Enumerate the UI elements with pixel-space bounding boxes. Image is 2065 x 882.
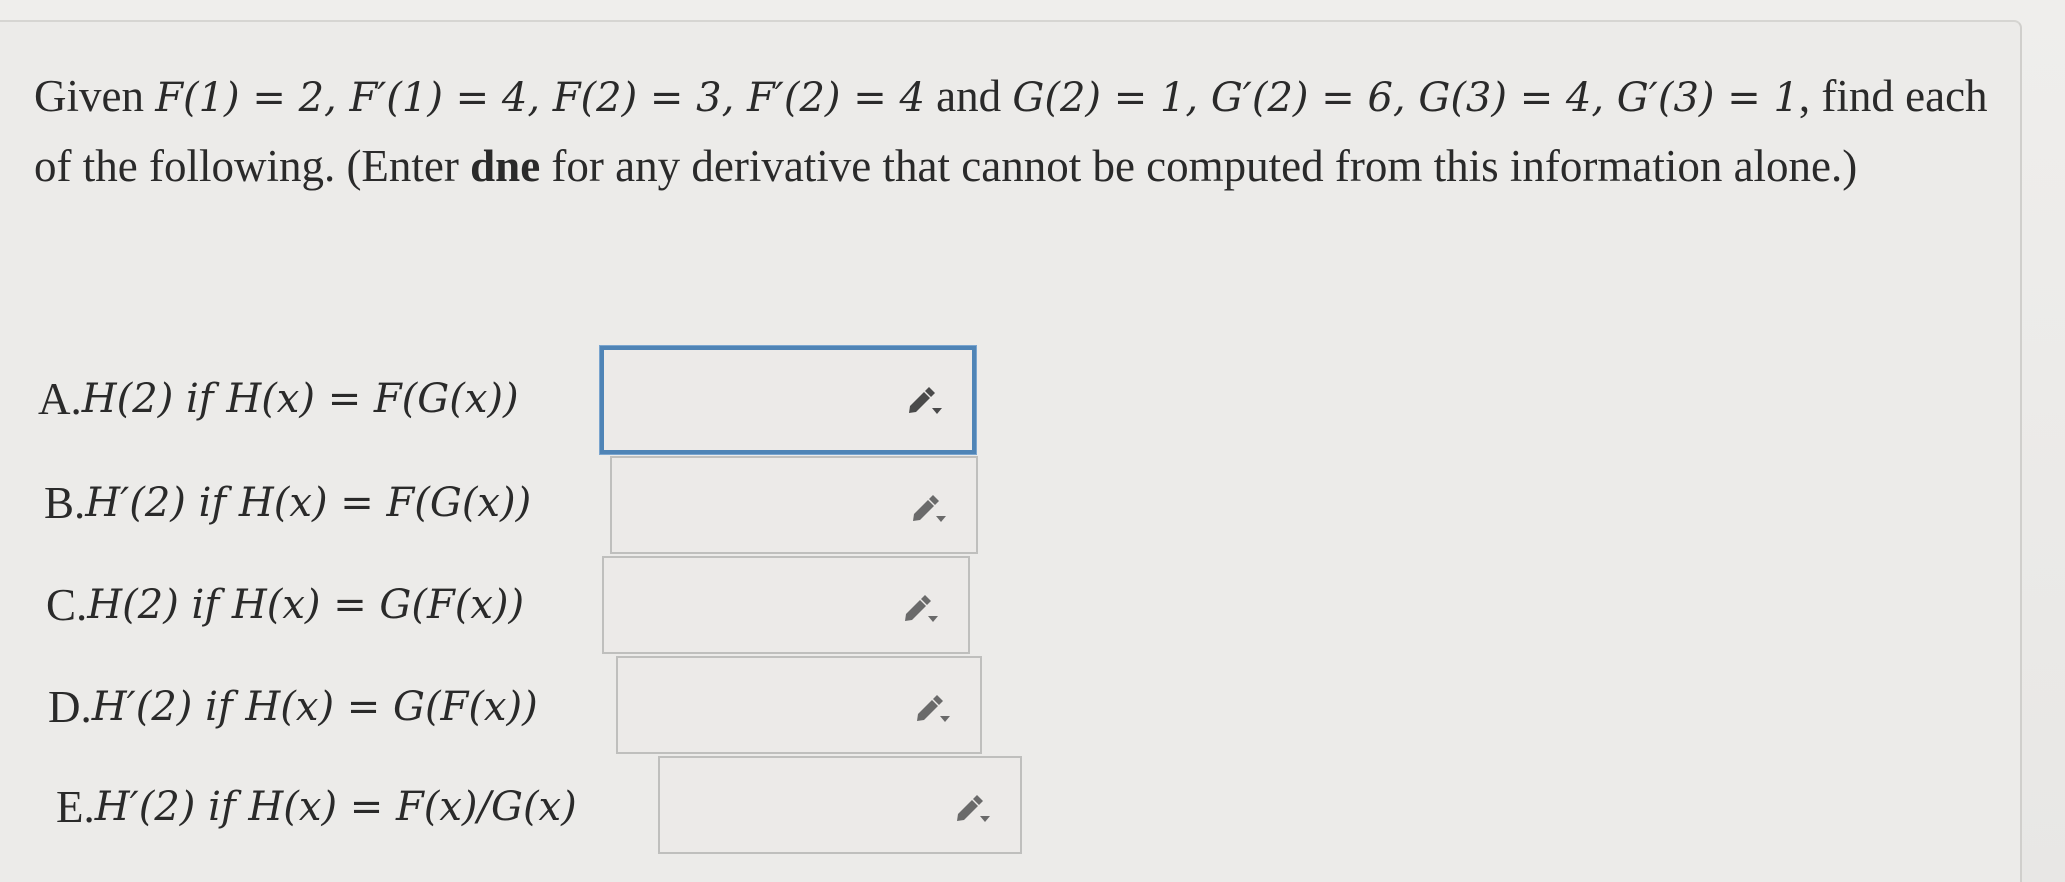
part-a-answer-box[interactable]: [600, 346, 976, 454]
part-c-answer-box[interactable]: [602, 556, 970, 654]
pencil-dropdown-icon[interactable]: [952, 790, 992, 824]
part-b-label: B.: [44, 478, 86, 528]
pencil-dropdown-icon[interactable]: [900, 590, 940, 624]
part-a-math: H(2) if H(x) = F(G(x)): [81, 376, 519, 422]
part-a: A. H(2) if H(x) = F(G(x)): [38, 356, 519, 442]
pencil-dropdown-icon[interactable]: [904, 382, 944, 416]
part-d: D. H′(2) if H(x) = G(F(x)): [48, 664, 538, 750]
part-c-label: C.: [46, 580, 88, 630]
part-c-math: H(2) if H(x) = G(F(x)): [87, 582, 525, 628]
part-e-math: H′(2) if H(x) = F(x)/G(x): [94, 784, 577, 830]
problem-prompt: Given F(1) = 2, F′(1) = 4, F(2) = 3, F′(…: [34, 62, 1994, 200]
pencil-dropdown-icon[interactable]: [908, 490, 948, 524]
part-d-answer-input[interactable]: [626, 666, 848, 738]
page: Given F(1) = 2, F′(1) = 4, F(2) = 3, F′(…: [0, 0, 2065, 882]
pencil-dropdown-icon[interactable]: [912, 690, 952, 724]
part-b-math: H′(2) if H(x) = F(G(x)): [85, 480, 532, 526]
part-e-answer-input[interactable]: [668, 766, 888, 838]
prompt-text-2: and: [924, 71, 1013, 121]
part-d-math: H′(2) if H(x) = G(F(x)): [91, 684, 538, 730]
part-c: C. H(2) if H(x) = G(F(x)): [46, 562, 524, 648]
part-d-answer-box[interactable]: [616, 656, 982, 754]
prompt-dne-keyword: dne: [470, 141, 541, 191]
part-a-label: A.: [38, 374, 82, 424]
part-d-label: D.: [48, 682, 92, 732]
part-a-answer-input[interactable]: [612, 358, 837, 430]
prompt-text-4: for any derivative that cannot be comput…: [540, 141, 1858, 191]
part-b-answer-input[interactable]: [620, 466, 843, 538]
prompt-math-g-values: G(2) = 1, G′(2) = 6, G(3) = 4, G′(3) = 1: [1012, 75, 1799, 121]
prompt-math-f-values: F(1) = 2, F′(1) = 4, F(2) = 3, F′(2) = 4: [155, 75, 925, 121]
part-e-answer-box[interactable]: [658, 756, 1022, 854]
part-b: B. H′(2) if H(x) = F(G(x)): [44, 460, 531, 546]
part-e-label: E.: [56, 782, 95, 832]
part-e: E. H′(2) if H(x) = F(x)/G(x): [56, 764, 577, 850]
part-b-answer-box[interactable]: [610, 456, 978, 554]
part-c-answer-input[interactable]: [612, 566, 835, 638]
prompt-text-1: Given: [34, 71, 156, 121]
